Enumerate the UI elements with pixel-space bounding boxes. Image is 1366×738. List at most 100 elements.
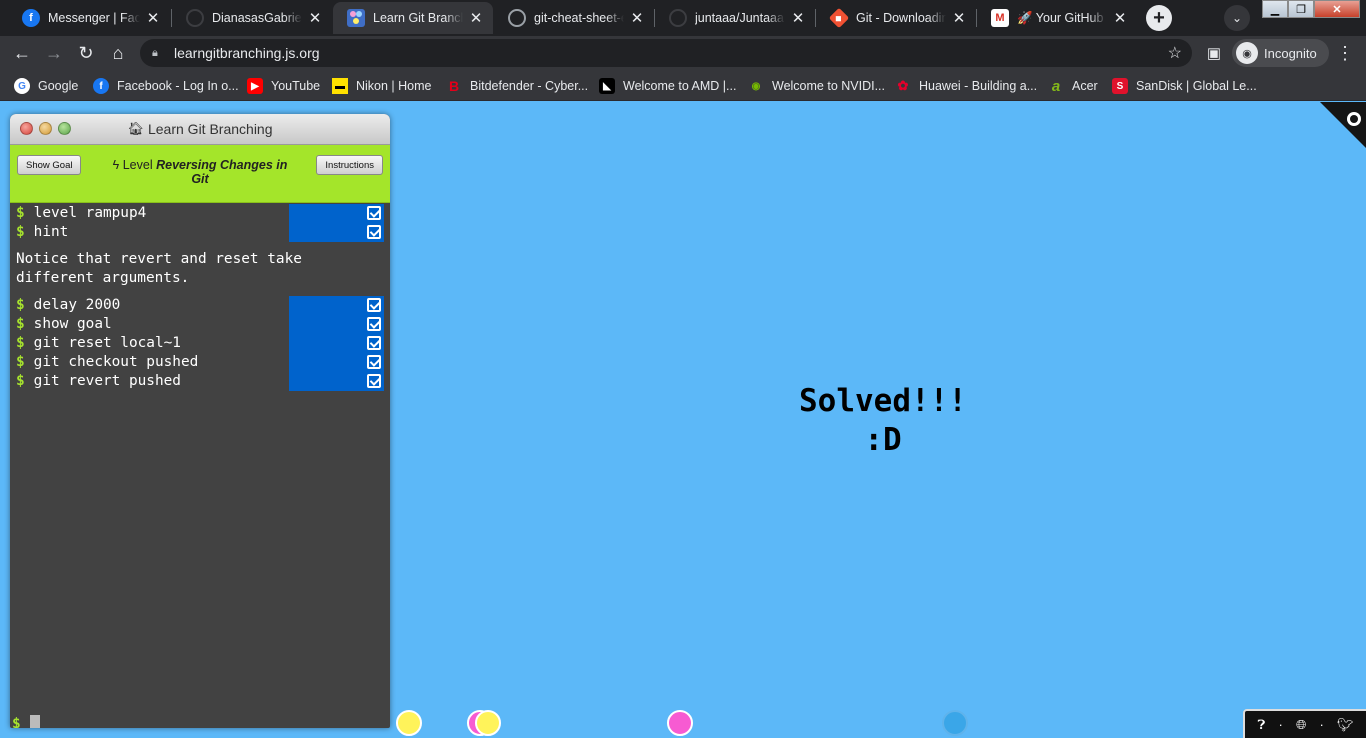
forward-icon[interactable]: → — [40, 39, 68, 67]
close-icon[interactable]: ✕ — [467, 9, 485, 27]
bookmark-label: Facebook - Log In o... — [117, 79, 239, 93]
side-panel-icon[interactable]: ▣ — [1204, 42, 1224, 64]
maximize-dot-icon[interactable] — [58, 122, 71, 135]
close-icon[interactable]: ✕ — [144, 9, 162, 27]
checkbox-icon — [367, 206, 381, 220]
checkbox-icon — [367, 336, 381, 350]
minimize-dot-icon[interactable] — [39, 122, 52, 135]
level-bar: Show Goal ϟ Level Reversing Changes in G… — [10, 145, 390, 203]
command-input[interactable]: $ — [10, 715, 40, 728]
bookmark-sandisk[interactable]: S SanDisk | Global Le... — [1112, 75, 1257, 97]
checkbox-icon — [367, 225, 381, 239]
level-name: Reversing Changes in Git — [156, 158, 288, 186]
incognito-profile-button[interactable]: ◉ Incognito — [1232, 39, 1329, 67]
tab-title: juntaaa/Juntaaa — [695, 11, 784, 25]
bookmark-label: YouTube — [271, 79, 321, 93]
terminal[interactable]: $ level rampup4 $ hint Notice that revert … — [10, 204, 390, 728]
github-icon — [508, 9, 526, 27]
tab-github-launch[interactable]: M 🚀 Your GitHub launch ✕ — [977, 2, 1137, 34]
tab-title: Git - Downloading — [856, 11, 946, 25]
bookmark-label: Huawei - Building a... — [919, 79, 1038, 93]
command-group: $ level rampup4 $ hint — [10, 204, 390, 242]
command-line: $ git checkout pushed — [10, 353, 390, 372]
command-line: $ show goal — [10, 315, 390, 334]
tab-title: 🚀 Your GitHub launch — [1017, 10, 1107, 25]
bookmark-bitdefender[interactable]: B Bitdefender - Cyber... — [446, 75, 588, 97]
github-icon — [669, 9, 687, 27]
bookmark-google[interactable]: G Google — [14, 75, 78, 97]
incognito-icon: ◉ — [1236, 42, 1258, 64]
command-line: $ level rampup4 — [10, 204, 390, 223]
close-icon[interactable]: ✕ — [789, 9, 807, 27]
window-close-button[interactable]: ✕ — [1314, 0, 1360, 18]
github-icon — [186, 9, 204, 27]
level-title: ϟ Level Reversing Changes in Git — [108, 158, 292, 186]
reload-icon[interactable]: ↻ — [72, 39, 100, 67]
bitdefender-icon: B — [448, 78, 460, 94]
bookmark-nvidia[interactable]: ◉ Welcome to NVIDI... — [748, 75, 885, 97]
command-line: $ delay 2000 — [10, 296, 390, 315]
bookmark-youtube[interactable]: ▶ YouTube — [247, 75, 320, 97]
address-bar[interactable]: 🔒︎ learngitbranching.js.org ☆ — [140, 39, 1192, 67]
profile-label: Incognito — [1264, 45, 1317, 61]
command-group: $ delay 2000 $ show goal $ git reset local~… — [10, 296, 390, 391]
acer-icon: a — [1051, 77, 1061, 95]
commit-node[interactable] — [475, 710, 501, 736]
tab-search-button[interactable]: ⌄ — [1224, 5, 1250, 31]
lock-icon: 🔒︎ — [152, 46, 158, 59]
maximize-button[interactable]: ❐ — [1288, 0, 1314, 18]
bookmark-amd[interactable]: ◣ Welcome to AMD |... — [599, 75, 736, 97]
new-tab-button[interactable]: + — [1146, 5, 1172, 31]
tab-messenger[interactable]: f Messenger | Facebook ✕ — [8, 2, 170, 34]
commit-node[interactable] — [667, 710, 693, 736]
close-dot-icon[interactable] — [20, 122, 33, 135]
close-icon[interactable]: ✕ — [306, 9, 324, 27]
instructions-button[interactable]: Instructions — [316, 155, 383, 175]
bookmark-label: SanDisk | Global Le... — [1136, 79, 1257, 93]
show-goal-button[interactable]: Show Goal — [17, 155, 82, 175]
command-line: $ git reset local~1 — [10, 334, 390, 353]
bookmark-label: Acer — [1072, 79, 1098, 93]
bookmarks-bar: G Google f Facebook - Log In o... ▶ YouT… — [0, 70, 1366, 101]
github-corner-icon[interactable] — [1320, 102, 1366, 148]
tab-dianasas[interactable]: DianasasGabrielKing ✕ — [172, 2, 332, 34]
page-content: 🏠︎ Learn Git Branching Show Goal ϟ Level… — [0, 102, 1366, 738]
menu-icon[interactable]: ⋮ — [1334, 39, 1356, 67]
back-icon[interactable]: ← — [8, 39, 36, 67]
bookmark-facebook[interactable]: f Facebook - Log In o... — [93, 75, 239, 97]
home-icon[interactable]: ⌂ — [104, 39, 132, 67]
minimize-button[interactable]: ▁ — [1262, 0, 1288, 18]
tab-learn-git-branching[interactable]: Learn Git Branching ✕ — [333, 2, 493, 34]
nikon-icon: ▬ — [332, 78, 348, 94]
hint-text: Notice that revert and reset take differ… — [16, 251, 302, 286]
tab-title: Messenger | Facebook — [48, 11, 140, 25]
close-icon[interactable]: ✕ — [950, 9, 968, 27]
checkbox-icon — [367, 355, 381, 369]
learn-git-branching-window: 🏠︎ Learn Git Branching Show Goal ϟ Level… — [10, 114, 390, 728]
bolt-icon: ϟ — [112, 158, 120, 172]
huawei-icon: ✿ — [897, 78, 909, 93]
bookmark-label: Nikon | Home — [356, 79, 432, 93]
home-icon: 🏠︎ — [127, 121, 144, 136]
twitter-icon[interactable]: 🐦︎ — [1337, 717, 1354, 733]
solved-message: Solved!!! :D — [799, 383, 967, 458]
bookmark-acer[interactable]: a Acer — [1048, 75, 1098, 97]
bookmark-huawei[interactable]: ✿ Huawei - Building a... — [895, 75, 1038, 97]
commit-node[interactable] — [396, 710, 422, 736]
lgb-icon — [347, 9, 365, 27]
close-icon[interactable]: ✕ — [1111, 9, 1129, 27]
tab-juntaaa[interactable]: juntaaa/Juntaaa ✕ — [655, 2, 815, 34]
tab-git-downloading[interactable]: ◆ Git - Downloading ✕ — [816, 2, 976, 34]
bookmark-star-icon[interactable]: ☆ — [1168, 43, 1182, 63]
commit-node[interactable] — [942, 710, 968, 736]
globe-icon[interactable]: 🌐︎ — [1296, 717, 1306, 733]
help-icon[interactable]: ❓︎ — [1258, 717, 1266, 733]
facebook-icon: f — [93, 78, 109, 94]
separator-dot: · — [1319, 717, 1324, 732]
sandisk-icon: S — [1112, 78, 1128, 94]
bookmark-label: Bitdefender - Cyber... — [470, 79, 589, 93]
close-icon[interactable]: ✕ — [628, 9, 646, 27]
google-icon: G — [14, 78, 30, 94]
bookmark-nikon[interactable]: ▬ Nikon | Home — [332, 75, 432, 97]
tab-git-cheat-sheet[interactable]: git-cheat-sheet-education ✕ — [494, 2, 654, 34]
